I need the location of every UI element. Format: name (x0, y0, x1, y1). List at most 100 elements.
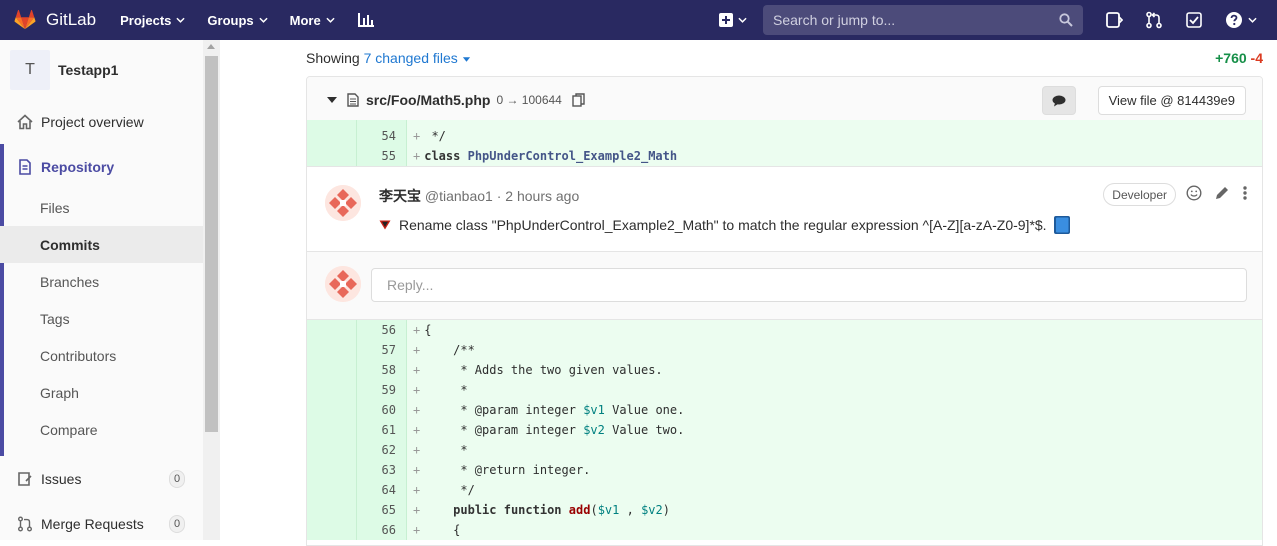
sidebar-item-project-overview[interactable]: Project overview (0, 103, 203, 140)
reply-input[interactable]: Reply... (371, 268, 1247, 302)
activity-chart-button[interactable] (357, 0, 375, 40)
toggle-comments-button[interactable] (1042, 86, 1076, 115)
diff-line: 64 + */ (307, 480, 1262, 500)
changed-files-dropdown[interactable]: 7 changed files (364, 50, 471, 66)
old-line-number (307, 440, 357, 460)
view-file-button[interactable]: View file @ 814439e9 (1097, 86, 1246, 115)
issues-check-icon[interactable] (1185, 11, 1203, 29)
separator: · (496, 188, 502, 204)
nav-projects-dropdown[interactable]: Projects (120, 0, 186, 40)
code-line: + class PhpUnderControl_Example2_Math (407, 146, 677, 166)
project-header[interactable]: T Testapp1 (10, 50, 118, 90)
search-placeholder: Search or jump to... (773, 12, 896, 28)
copy-icon[interactable] (572, 93, 586, 107)
nav-groups-dropdown[interactable]: Groups (207, 0, 268, 40)
code-text: { (424, 523, 461, 537)
merge-request-icon (18, 516, 32, 531)
sidebar-item-label: Merge Requests (41, 515, 144, 532)
plus-marker: + (413, 343, 421, 357)
new-item-dropdown[interactable] (719, 13, 747, 27)
diff-line: 66 + { (307, 520, 1262, 540)
avatar[interactable] (325, 185, 361, 221)
chevron-down-icon (259, 17, 268, 23)
nav-more-dropdown[interactable]: More (290, 0, 335, 40)
todo-icon[interactable] (1105, 11, 1123, 29)
plus-marker: + (413, 463, 421, 477)
new-line-number[interactable]: 57 (357, 340, 407, 360)
comment-icon (1052, 95, 1066, 106)
additions-count: +760 (1215, 50, 1247, 66)
severity-triangle-icon (379, 220, 391, 230)
code-line: + * @param integer $v2 Value two. (407, 420, 684, 440)
more-actions-icon[interactable] (1242, 185, 1248, 201)
emoji-reaction-icon[interactable] (1186, 185, 1202, 201)
help-dropdown[interactable] (1225, 11, 1257, 29)
sidebar-subitem-commits[interactable]: Commits (0, 226, 203, 263)
new-line-number[interactable]: 60 (357, 400, 407, 420)
brand-name: GitLab (46, 10, 97, 29)
sidebar-subitem-tags[interactable]: Tags (0, 300, 203, 337)
issues-count-badge: 0 (169, 469, 185, 488)
sidebar-item-issues[interactable]: Issues 0 (0, 460, 203, 497)
merge-request-icon[interactable] (1145, 11, 1163, 29)
code-text: * (424, 383, 468, 397)
discussion-note: 李天宝 @tianbao1 · 2 hours ago Developer Re… (307, 167, 1262, 251)
code-text: * (424, 443, 468, 457)
collapse-toggle-icon[interactable] (327, 97, 337, 103)
diff-line: 65 + public function add($v1 , $v2) (307, 500, 1262, 520)
new-line-number[interactable]: 66 (357, 520, 407, 540)
plus-marker: + (413, 363, 421, 377)
edit-pencil-icon[interactable] (1214, 185, 1230, 201)
old-line-number (307, 146, 357, 166)
code-text: */ (424, 129, 446, 143)
new-line-number[interactable]: 56 (357, 320, 407, 340)
new-line-number[interactable]: 54 (357, 126, 407, 146)
plus-marker: + (413, 523, 421, 537)
help-icon (1226, 12, 1242, 28)
code-text: public function add($v1 , $v2) (453, 503, 670, 517)
diff-line: 55 + class PhpUnderControl_Example2_Math (307, 146, 1262, 166)
plus-marker: + (413, 383, 421, 397)
new-line-number[interactable]: 55 (357, 146, 407, 166)
author-name[interactable]: 李天宝 (379, 188, 421, 204)
old-line-number (307, 380, 357, 400)
file-path[interactable]: src/Foo/Math5.php (366, 92, 490, 108)
search-input[interactable]: Search or jump to... (763, 5, 1083, 35)
new-line-number[interactable]: 64 (357, 480, 407, 500)
note-body: Rename class "PhpUnderControl_Example2_M… (379, 215, 1071, 235)
nav-menu: Projects Groups More (120, 0, 397, 40)
rule-book-icon[interactable] (1053, 215, 1071, 235)
sidebar-subitem-compare[interactable]: Compare (0, 411, 203, 448)
new-line-number[interactable]: 59 (357, 380, 407, 400)
sidebar-scroll-thumb[interactable] (205, 56, 218, 432)
scroll-up-arrow-icon[interactable] (207, 44, 215, 49)
sidebar-item-label: Repository (41, 158, 115, 175)
nav-more-label: More (289, 12, 321, 28)
sidebar-subitem-branches[interactable]: Branches (0, 263, 203, 300)
author-handle[interactable]: @tianbao1 (425, 188, 493, 204)
old-line-number (307, 480, 357, 500)
new-line-number[interactable]: 58 (357, 360, 407, 380)
top-navbar: GitLab Projects Groups More Search or ju… (0, 0, 1277, 40)
code-line: + */ (407, 126, 446, 146)
diff-stats: +760 -4 (1215, 50, 1263, 66)
new-line-number[interactable]: 63 (357, 460, 407, 480)
sidebar-item-label: Issues (41, 470, 82, 487)
avatar[interactable] (325, 266, 361, 302)
sidebar-item-merge-requests[interactable]: Merge Requests 0 (0, 505, 203, 542)
diff-file-header: src/Foo/Math5.php 0 → 100644 View file @… (307, 77, 1262, 124)
new-line-number[interactable]: 61 (357, 420, 407, 440)
note-timestamp[interactable]: 2 hours ago (505, 188, 579, 204)
sidebar-subitem-graph[interactable]: Graph (0, 374, 203, 411)
new-line-number[interactable]: 62 (357, 440, 407, 460)
code-text: class PhpUnderControl_Example2_Math (424, 149, 678, 163)
chevron-down-icon (176, 17, 186, 23)
sidebar-item-repository[interactable]: Repository (0, 148, 203, 185)
gitlab-brand[interactable]: GitLab (14, 0, 96, 40)
code-text: * @param integer $v2 Value two. (424, 423, 685, 437)
new-line-number[interactable]: 65 (357, 500, 407, 520)
sidebar-subitem-contributors[interactable]: Contributors (0, 337, 203, 374)
plus-marker: + (413, 503, 421, 517)
sidebar-subitem-files[interactable]: Files (0, 189, 203, 226)
nav-projects-label: Projects (120, 12, 172, 28)
